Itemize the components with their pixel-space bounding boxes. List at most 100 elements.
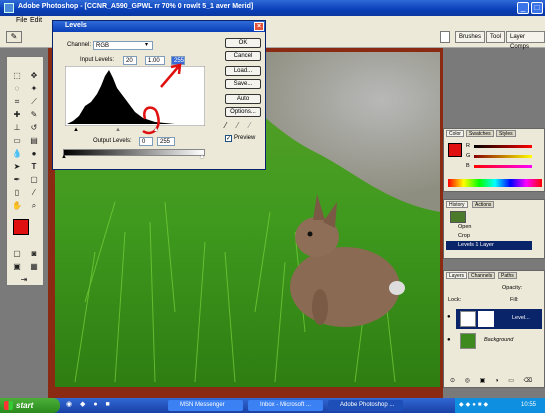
menu-edit[interactable]: Edit — [30, 17, 42, 24]
tray-icons[interactable]: ◆◆●■◆ — [459, 398, 490, 413]
clock: 10:55 — [521, 402, 537, 408]
lock-label: Lock: — [448, 297, 462, 303]
gray-eyedropper-icon[interactable]: ⁄ — [237, 121, 238, 130]
eraser-tool-icon[interactable]: ▭ — [10, 136, 24, 146]
ok-button[interactable]: OK — [225, 38, 261, 48]
history-brush-icon[interactable]: ↺ — [27, 123, 41, 133]
options-button[interactable]: Options... — [225, 107, 261, 117]
foreground-color-swatch[interactable] — [13, 219, 29, 235]
black-point-slider[interactable]: ▲ — [73, 127, 79, 133]
tab-actions[interactable]: Actions — [472, 201, 495, 208]
app-icon — [4, 3, 14, 13]
tab-swatches[interactable]: Swatches — [466, 130, 494, 137]
preview-label: Preview — [234, 135, 256, 141]
layer-name-background[interactable]: Background — [484, 337, 513, 343]
output-black-slider[interactable]: ▲ — [61, 154, 67, 160]
app-title-bar: Adobe Photoshop - [CCNR_A590_GPWL rr 70%… — [0, 0, 545, 16]
tab-color[interactable]: Color — [446, 130, 464, 137]
minimize-button[interactable]: _ — [517, 2, 529, 14]
stamp-tool-icon[interactable]: ⊥ — [10, 123, 24, 133]
load-button[interactable]: Load... — [225, 66, 261, 76]
type-tool-icon[interactable]: T — [27, 162, 41, 172]
full-screen-icon[interactable]: ▦ — [27, 262, 41, 272]
preview-checkbox[interactable]: ✓ — [225, 135, 232, 142]
history-item-open[interactable]: Open — [458, 224, 471, 230]
jump-to-imageready-icon[interactable]: ⇥ — [17, 275, 31, 285]
eye-icon[interactable]: ● — [447, 337, 451, 343]
task-msn-messenger[interactable]: MSN Messenger — [168, 400, 243, 411]
tab-channels[interactable]: Channels — [468, 272, 496, 279]
task-photoshop[interactable]: Adobe Photoshop ... — [328, 400, 403, 411]
history-item-crop[interactable]: Crop — [458, 233, 470, 239]
tab-styles[interactable]: Styles — [496, 130, 516, 137]
history-palette: History Actions Open Crop Levels 1 Layer — [443, 199, 545, 259]
cancel-button[interactable]: Cancel — [225, 51, 261, 61]
output-white-field[interactable]: 255 — [157, 137, 175, 146]
system-tray: ◆◆●■◆ 10:55 — [455, 398, 545, 413]
screen-mode-icon[interactable]: ▣ — [10, 262, 24, 272]
black-eyedropper-icon[interactable]: ⁄ — [225, 121, 226, 130]
healing-brush-icon[interactable]: ✚ — [10, 110, 24, 120]
layers-footer-icons[interactable]: ⊙ ◎ ▣ ◑ ▭ ⌫ — [450, 377, 536, 384]
layer-name-levels[interactable]: Level... — [512, 315, 530, 321]
file-browser-icon[interactable] — [440, 31, 450, 43]
restore-button[interactable]: □ — [531, 2, 543, 14]
crop-tool-icon[interactable]: ⌗ — [10, 97, 24, 107]
task-inbox[interactable]: Inbox - Microsoft ... — [248, 400, 323, 411]
dodge-tool-icon[interactable]: ● — [27, 149, 41, 159]
output-levels-label: Output Levels: — [93, 138, 132, 144]
lasso-tool-icon[interactable]: ◌ — [10, 84, 24, 94]
tab-layers[interactable]: Layers — [446, 272, 468, 279]
color-ramp[interactable] — [448, 179, 542, 187]
brush-tool-icon[interactable]: ✎ — [27, 110, 41, 120]
white-eyedropper-icon[interactable]: ⁄ — [249, 121, 250, 130]
eye-icon[interactable]: ● — [447, 314, 451, 320]
layers-palette: Layers Channels Paths Opacity: Lock: Fil… — [443, 270, 545, 388]
output-white-slider[interactable]: ▲ — [199, 154, 205, 160]
levels-adjustment-thumb — [460, 311, 476, 327]
channel-b-label: B — [466, 163, 470, 169]
standard-mode-icon[interactable]: ▢ — [10, 249, 24, 259]
channel-g-label: G — [466, 153, 471, 159]
tab-history[interactable]: History — [446, 201, 468, 208]
gradient-tool-icon[interactable]: ▤ — [27, 136, 41, 146]
well-tab-tool[interactable]: Tool — [486, 31, 506, 43]
channel-r-label: R — [466, 143, 470, 149]
toolbox: ⬚ ✥ ◌ ✦ ⌗ ⟋ ✚ ✎ ⊥ ↺ ▭ ▤ 💧 ● ➤ T ✒ ▢ ▯ ⁄ … — [6, 56, 44, 286]
g-slider[interactable] — [474, 155, 532, 158]
taskbar: start ◉ ◆ ● ■ MSN Messenger Inbox - Micr… — [0, 398, 545, 413]
zoom-tool-icon[interactable]: ⌕ — [27, 201, 41, 211]
history-snapshot[interactable] — [450, 211, 466, 223]
well-tab-brushes[interactable]: Brushes — [455, 31, 486, 43]
blur-tool-icon[interactable]: 💧 — [10, 149, 24, 159]
output-black-field[interactable]: 0 — [139, 137, 153, 146]
auto-button[interactable]: Auto — [225, 94, 261, 104]
color-palette: Color Swatches Styles R G B — [443, 128, 545, 192]
save-button[interactable]: Save... — [225, 79, 261, 89]
gamma-slider[interactable]: ▲ — [115, 127, 121, 133]
quicklaunch-icons[interactable]: ◉ ◆ ● ■ — [66, 400, 113, 408]
magic-wand-icon[interactable]: ✦ — [27, 84, 41, 94]
b-slider[interactable] — [474, 165, 532, 168]
tab-paths[interactable]: Paths — [498, 272, 517, 279]
opacity-label: Opacity: — [502, 285, 523, 291]
tool-preset-icon[interactable]: ✎ — [6, 31, 22, 43]
quick-mask-icon[interactable]: ◙ — [27, 249, 41, 259]
shape-tool-icon[interactable]: ▢ — [27, 175, 41, 185]
pen-tool-icon[interactable]: ✒ — [10, 175, 24, 185]
slice-tool-icon[interactable]: ⟋ — [27, 97, 41, 107]
well-tab-layer-comps[interactable]: Layer Comps — [506, 31, 545, 50]
history-item-levels[interactable]: Levels 1 Layer — [458, 242, 494, 248]
windows-logo-icon — [4, 401, 13, 410]
notes-tool-icon[interactable]: ▯ — [10, 188, 24, 198]
path-select-icon[interactable]: ➤ — [10, 162, 24, 172]
window-title: Adobe Photoshop - [CCNR_A590_GPWL rr 70%… — [18, 3, 254, 10]
hand-tool-icon[interactable]: ✋ — [10, 201, 24, 211]
r-slider[interactable] — [474, 145, 532, 148]
move-tool-icon[interactable]: ✥ — [27, 71, 41, 81]
menu-file[interactable]: File — [16, 17, 27, 24]
eyedropper-icon[interactable]: ⁄ — [27, 188, 41, 198]
marquee-tool-icon[interactable]: ⬚ — [10, 71, 24, 81]
white-point-slider[interactable]: ▲ — [153, 127, 159, 133]
palette-foreground-swatch[interactable] — [448, 143, 462, 157]
